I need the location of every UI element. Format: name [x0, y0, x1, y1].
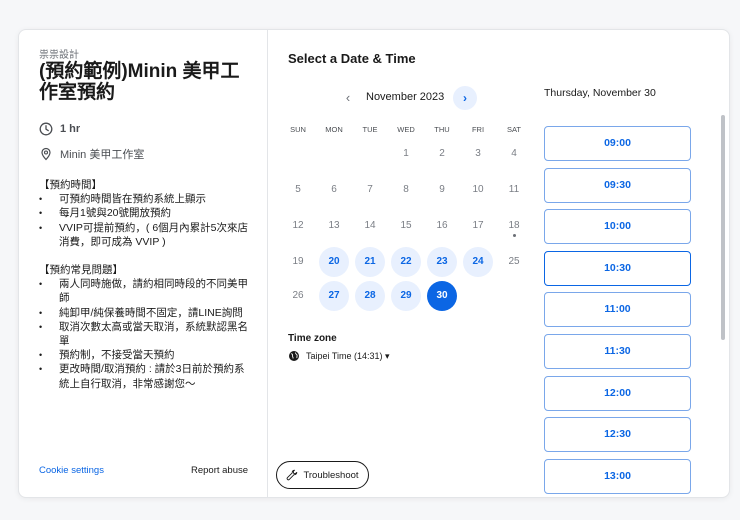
clock-icon	[39, 122, 53, 136]
calendar-day-14: 14	[364, 220, 376, 231]
location-row: Minin 美甲工作室	[39, 146, 144, 162]
month-navigation: ‹ November 2023 ›	[288, 85, 528, 111]
duration-text: 1 hr	[60, 123, 81, 135]
weekday-tue: TUE	[362, 125, 378, 134]
list-item: 可預約時間皆在預約系統上顯示	[39, 192, 254, 206]
calendar-day-16: 16	[436, 220, 448, 231]
calendar-day-25: 25	[508, 256, 520, 267]
calendar-day-4: 4	[511, 148, 517, 159]
calendar-day-19: 19	[292, 256, 304, 267]
calendar-day-2: 2	[439, 148, 445, 159]
location-pin-icon	[41, 147, 51, 161]
list-item: 每月1號與20號開放預約	[39, 206, 254, 220]
event-details-panel: 祟祟設計 (預約範例)Minin 美甲工作室預約 1 hr Minin 美甲工作…	[19, 30, 268, 497]
calendar-day-27[interactable]: 27	[319, 281, 349, 311]
globe-icon	[289, 351, 299, 361]
time-slot-button[interactable]: 10:00	[544, 209, 691, 245]
organizer-name: 祟祟設計	[39, 50, 79, 61]
list-item: VVIP可提前預約，( 6個月內累計5次來店消費，即可成為 VVIP )	[39, 221, 254, 249]
weekday-sun: SUN	[290, 125, 306, 134]
calendar-day-8: 8	[403, 184, 409, 195]
weekday-fri: FRI	[471, 125, 485, 134]
list-item: 取消次數太高或當天取消，系統默認黑名單	[39, 320, 254, 348]
calendar-day-7: 7	[367, 184, 373, 195]
calendar-day-20[interactable]: 20	[319, 247, 349, 277]
calendar-day-15: 15	[400, 220, 412, 231]
list-item: 預約制，不接受當天預約	[39, 348, 254, 362]
month-label: November 2023	[366, 91, 445, 103]
next-month-button[interactable]: ›	[453, 86, 477, 110]
calendar-day-26: 26	[292, 290, 304, 301]
list-item: 更改時間/取消預約 : 請於3日前於預約系統上自行取消，非常感謝您～	[39, 362, 254, 390]
timezone-selector[interactable]: Taipei Time (14:31) ▾	[288, 350, 390, 362]
cookie-settings-link[interactable]: Cookie settings	[39, 465, 104, 476]
calendar-day-24[interactable]: 24	[463, 247, 493, 277]
calendar-day-29[interactable]: 29	[391, 281, 421, 311]
selected-date-label: Thursday, November 30	[544, 87, 656, 99]
calendar-day-6: 6	[331, 184, 337, 195]
troubleshoot-button[interactable]: Troubleshoot	[276, 461, 369, 489]
list-item: 純卸甲/純保養時間不固定，請LINE詢問	[39, 306, 254, 320]
time-slot-button[interactable]: 10:30	[544, 250, 691, 286]
duration-row: 1 hr	[39, 122, 80, 136]
calendar-day-13: 13	[328, 220, 340, 231]
timezone-label: Time zone	[288, 333, 337, 344]
time-slot-button[interactable]: 13:00	[544, 458, 691, 494]
calendar-day-17: 17	[472, 220, 484, 231]
time-slot-button[interactable]: 12:00	[544, 375, 691, 411]
booking-card: 祟祟設計 (預約範例)Minin 美甲工作室預約 1 hr Minin 美甲工作…	[18, 29, 730, 498]
calendar-day-23[interactable]: 23	[427, 247, 457, 277]
event-description: 【預約時間】 可預約時間皆在預約系統上顯示 每月1號與20號開放預約 VVIP可…	[39, 178, 254, 391]
calendar-panel: Select a Date & Time ‹ November 2023 › T…	[268, 30, 530, 497]
section-heading: 【預約時間】	[39, 179, 102, 191]
booking-time-list: 可預約時間皆在預約系統上顯示 每月1號與20號開放預約 VVIP可提前預約，( …	[39, 192, 254, 249]
weekday-mon: MON	[325, 125, 343, 134]
event-title: (預約範例)Minin 美甲工作室預約	[39, 61, 240, 103]
calendar-day-28[interactable]: 28	[355, 281, 385, 311]
prev-month-button[interactable]: ‹	[338, 88, 358, 108]
weekday-wed: WED	[397, 125, 415, 134]
calendar-day-1: 1	[403, 148, 409, 159]
calendar-day-9: 9	[439, 184, 445, 195]
calendar-day-30[interactable]: 30	[427, 281, 457, 311]
calendar-day-21[interactable]: 21	[355, 247, 385, 277]
calendar-day-3: 3	[475, 148, 481, 159]
weekday-sat: SAT	[506, 125, 522, 134]
list-item: 兩人同時施做，請約相同時段的不同美甲師	[39, 277, 254, 305]
calendar-day-5: 5	[295, 184, 301, 195]
time-slot-button[interactable]: 11:30	[544, 334, 691, 369]
scrollbar[interactable]	[721, 115, 725, 340]
location-text: Minin 美甲工作室	[60, 149, 145, 161]
timezone-value: Taipei Time (14:31) ▾	[306, 350, 390, 361]
time-slot-button[interactable]: 12:30	[544, 417, 691, 453]
today-indicator-dot	[512, 234, 516, 237]
calendar-heading: Select a Date & Time	[288, 51, 416, 66]
time-slot-button[interactable]: 11:00	[544, 292, 691, 328]
troubleshoot-label: Troubleshoot	[303, 469, 359, 481]
wrench-icon	[287, 469, 298, 481]
time-slot-panel: Thursday, November 30 09:00 09:30 10:00 10:…	[530, 30, 729, 497]
report-abuse-link[interactable]: Report abuse	[191, 465, 248, 476]
calendar-day-12: 12	[292, 220, 304, 231]
calendar-day-11: 11	[508, 184, 520, 195]
faq-list: 兩人同時施做，請約相同時段的不同美甲師 純卸甲/純保養時間不固定，請LINE詢問…	[39, 277, 254, 391]
time-slot-button[interactable]: 09:00	[544, 126, 691, 161]
time-slot-button[interactable]: 09:30	[544, 167, 691, 203]
calendar-day-10: 10	[472, 184, 484, 195]
weekday-thu: THU	[434, 125, 450, 134]
calendar-day-22[interactable]: 22	[391, 247, 421, 277]
section-heading: 【預約常見問題】	[39, 264, 123, 277]
